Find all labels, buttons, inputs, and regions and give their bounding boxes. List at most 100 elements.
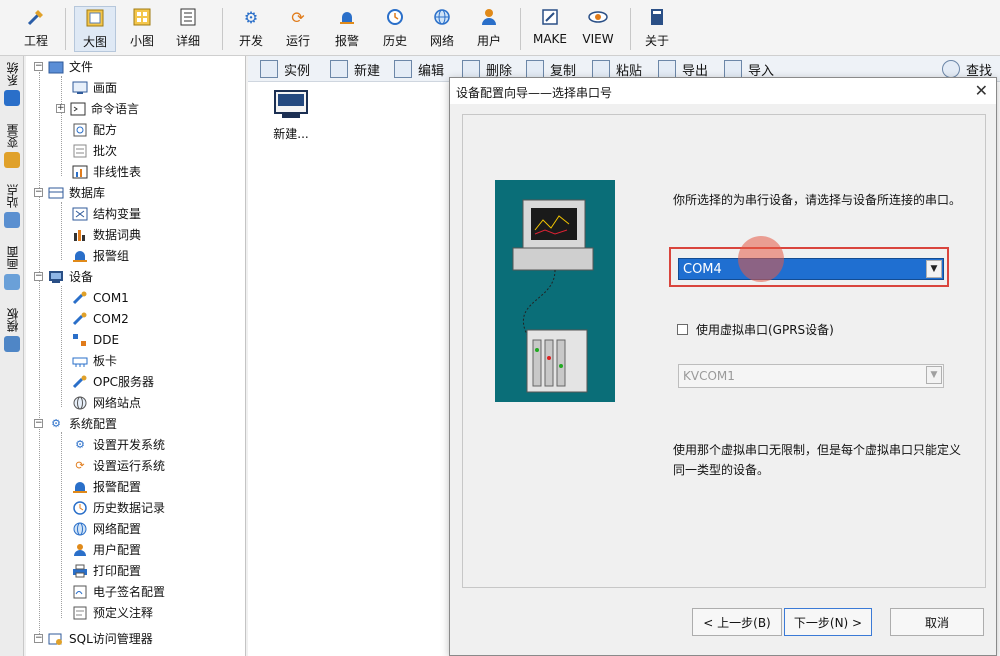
tree-item-sql-manager[interactable]: − SQL访问管理器: [34, 628, 153, 649]
tree-item-file[interactable]: − 文件: [34, 56, 93, 77]
instance-button[interactable]: 实例: [260, 59, 310, 79]
instance-icon: [260, 60, 278, 78]
paste-button[interactable]: 粘贴: [592, 59, 642, 79]
toolbar-run-button[interactable]: ⟳ 运行: [281, 6, 315, 52]
find-button[interactable]: 查找: [942, 59, 992, 79]
printer-icon: [72, 563, 88, 579]
tree-item-batch[interactable]: 批次: [72, 140, 117, 161]
tree-item-network-config[interactable]: 网络配置: [72, 518, 141, 539]
export-icon: [658, 60, 676, 78]
export-button[interactable]: 导出: [658, 59, 708, 79]
screen-icon: [72, 80, 88, 96]
tree-item-dev-settings[interactable]: ⚙ 设置开发系统: [72, 434, 165, 455]
small-icons-icon: [131, 6, 153, 28]
tree-item-board[interactable]: 板卡: [72, 350, 117, 371]
new-button[interactable]: 新建: [330, 59, 380, 79]
copy-button[interactable]: 复制: [526, 59, 576, 79]
tree-item-com1[interactable]: COM1: [72, 287, 129, 308]
toolbar-alarm-button[interactable]: 报警: [330, 6, 364, 52]
cancel-button[interactable]: 取消: [890, 608, 984, 636]
sql-icon: [48, 631, 64, 647]
tree-item-history-record[interactable]: 历史数据记录: [72, 497, 165, 518]
toolbar-make-button[interactable]: MAKE: [530, 6, 570, 52]
prev-button[interactable]: < 上一步(B): [692, 608, 782, 636]
wizard-panel: 你所选择的为串行设备，请选择与设备所连接的串口。 COM4 ▼ 使用虚拟串口(G…: [462, 114, 986, 588]
toolbar-history-button[interactable]: 历史: [378, 6, 412, 52]
checkbox-box[interactable]: [677, 324, 688, 335]
collapse-icon[interactable]: −: [34, 419, 43, 428]
signature-icon: [72, 584, 88, 600]
tree-item-alarm-group[interactable]: 报警组: [72, 245, 129, 266]
tree-item-recipe[interactable]: 配方: [72, 119, 117, 140]
tree-item-signature-config[interactable]: 电子签名配置: [72, 581, 165, 602]
tree-item-struct-variables[interactable]: 结构变量: [72, 203, 141, 224]
globe-icon: [72, 521, 88, 537]
toolbar-network-button[interactable]: 网络: [425, 6, 459, 52]
toolbar-details-button[interactable]: 详细: [170, 6, 206, 52]
board-icon: [72, 353, 88, 369]
tree-item-data-dictionary[interactable]: 数据词典: [72, 224, 141, 245]
toolbar-user-button[interactable]: 用户: [472, 6, 506, 52]
tree-item-opc-server[interactable]: OPC服务器: [72, 371, 154, 392]
delete-button[interactable]: 删除: [462, 59, 512, 79]
collapse-icon[interactable]: −: [34, 272, 43, 281]
tab-system[interactable]: 系统: [2, 62, 22, 110]
tree-item-system-config[interactable]: − ⚙ 系统配置: [34, 413, 117, 434]
settings-icon: ⚙: [51, 417, 61, 430]
tab-stations[interactable]: 站点: [2, 184, 22, 232]
collapse-icon[interactable]: −: [34, 188, 43, 197]
tab-variables[interactable]: 变量: [2, 124, 22, 172]
tools-icon: [25, 6, 47, 28]
chevron-down-icon: ▼: [926, 366, 942, 384]
dictionary-icon: [72, 227, 88, 243]
tree-item-nonlinear-table[interactable]: 非线性表: [72, 161, 141, 182]
collapse-icon[interactable]: −: [34, 634, 43, 643]
gear-icon: [4, 90, 20, 106]
import-button[interactable]: 导入: [724, 59, 774, 79]
serial-port-icon: [72, 311, 88, 327]
edit-button[interactable]: 编辑: [394, 59, 444, 79]
next-button[interactable]: 下一步(N) >: [784, 608, 872, 636]
tree-item-device[interactable]: − 设备: [34, 266, 93, 287]
history-icon: [72, 500, 88, 516]
tree-item-dde[interactable]: DDE: [72, 329, 119, 350]
chevron-down-icon[interactable]: ▼: [926, 260, 942, 278]
tree-item-alarm-config[interactable]: 报警配置: [72, 476, 141, 497]
serial-port-select[interactable]: COM4 ▼: [678, 258, 944, 280]
collapse-icon[interactable]: −: [34, 62, 43, 71]
user-icon: [478, 6, 500, 28]
tree-item-predefined-notes[interactable]: 预定义注释: [72, 602, 153, 623]
toolbar-about-button[interactable]: 关于: [640, 6, 674, 52]
project-tree: − 文件 画面 + 命令语言 配方 批次 非线性表 − 数据库 结构变量 数据词…: [26, 56, 246, 656]
run-icon: ⟳: [291, 7, 305, 27]
dialog-title: 设备配置向导——选择串口号: [456, 86, 613, 100]
tree-item-network-station[interactable]: 网络站点: [72, 392, 141, 413]
toolbar-develop-button[interactable]: ⚙ 开发: [234, 6, 268, 52]
toolbar-large-icons-button[interactable]: 大图: [74, 6, 116, 52]
new-item[interactable]: 新建...: [268, 90, 314, 142]
toolbar-project-button[interactable]: 工程: [20, 6, 52, 52]
dialog-description: 你所选择的为串行设备，请选择与设备所连接的串口。: [673, 193, 962, 207]
device-config-wizard-dialog: 设备配置向导——选择串口号 ✕ 你所选择的为串行设备，请选择与设备所连接的串口。: [449, 77, 997, 656]
tree-item-user-config[interactable]: 用户配置: [72, 539, 141, 560]
toolbar-view-button[interactable]: VIEW: [578, 6, 618, 52]
station-icon: [4, 212, 20, 228]
toolbar-small-icons-button[interactable]: 小图: [124, 6, 160, 52]
tree-item-screen[interactable]: 画面: [72, 77, 117, 98]
tree-item-com2[interactable]: COM2: [72, 308, 129, 329]
device-icon: [48, 269, 64, 285]
tree-item-run-settings[interactable]: ⟳ 设置运行系统: [72, 455, 165, 476]
expand-icon[interactable]: +: [56, 104, 65, 113]
tab-templates[interactable]: 模板: [2, 308, 22, 356]
tree-item-command-language[interactable]: + 命令语言: [56, 98, 139, 119]
batch-icon: [72, 143, 88, 159]
tree-item-database[interactable]: − 数据库: [34, 182, 105, 203]
virtual-port-checkbox[interactable]: 使用虚拟串口(GPRS设备): [677, 321, 834, 338]
pen-icon: [539, 6, 561, 28]
close-icon[interactable]: ✕: [975, 81, 988, 100]
cube-icon: [4, 152, 20, 168]
screen-icon: [4, 274, 20, 290]
tab-screens[interactable]: 画面: [2, 246, 22, 294]
tree-item-print-config[interactable]: 打印配置: [72, 560, 141, 581]
book-icon: [646, 6, 668, 28]
